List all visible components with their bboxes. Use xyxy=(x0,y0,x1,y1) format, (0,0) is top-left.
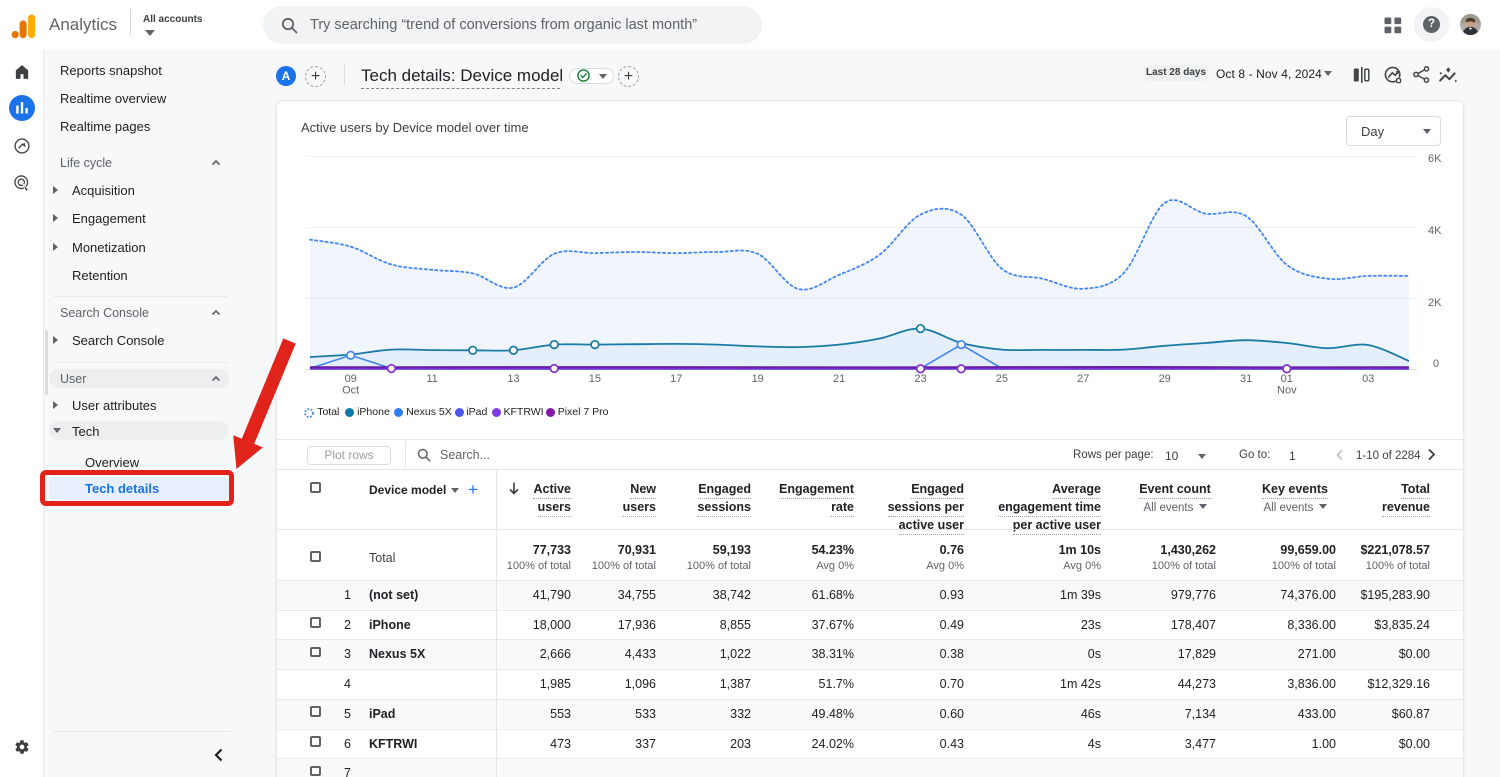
svg-text:01: 01 xyxy=(1281,373,1293,385)
svg-text:27: 27 xyxy=(1077,373,1089,385)
svg-text:25: 25 xyxy=(996,373,1008,385)
svg-text:17: 17 xyxy=(670,373,682,385)
svg-text:19: 19 xyxy=(752,373,764,385)
svg-text:6K: 6K xyxy=(1428,153,1442,165)
svg-text:31: 31 xyxy=(1240,373,1252,385)
svg-text:29: 29 xyxy=(1159,373,1171,385)
svg-text:2K: 2K xyxy=(1428,297,1442,309)
svg-text:13: 13 xyxy=(507,373,519,385)
svg-text:15: 15 xyxy=(589,373,601,385)
svg-text:09: 09 xyxy=(345,373,357,385)
svg-text:Oct: Oct xyxy=(342,385,359,397)
svg-text:11: 11 xyxy=(426,373,437,385)
svg-text:21: 21 xyxy=(833,373,845,385)
svg-text:23: 23 xyxy=(914,373,926,385)
svg-text:Nov: Nov xyxy=(1277,385,1297,397)
svg-text:03: 03 xyxy=(1362,373,1374,385)
svg-text:4K: 4K xyxy=(1428,225,1442,237)
svg-text:0: 0 xyxy=(1433,358,1439,370)
